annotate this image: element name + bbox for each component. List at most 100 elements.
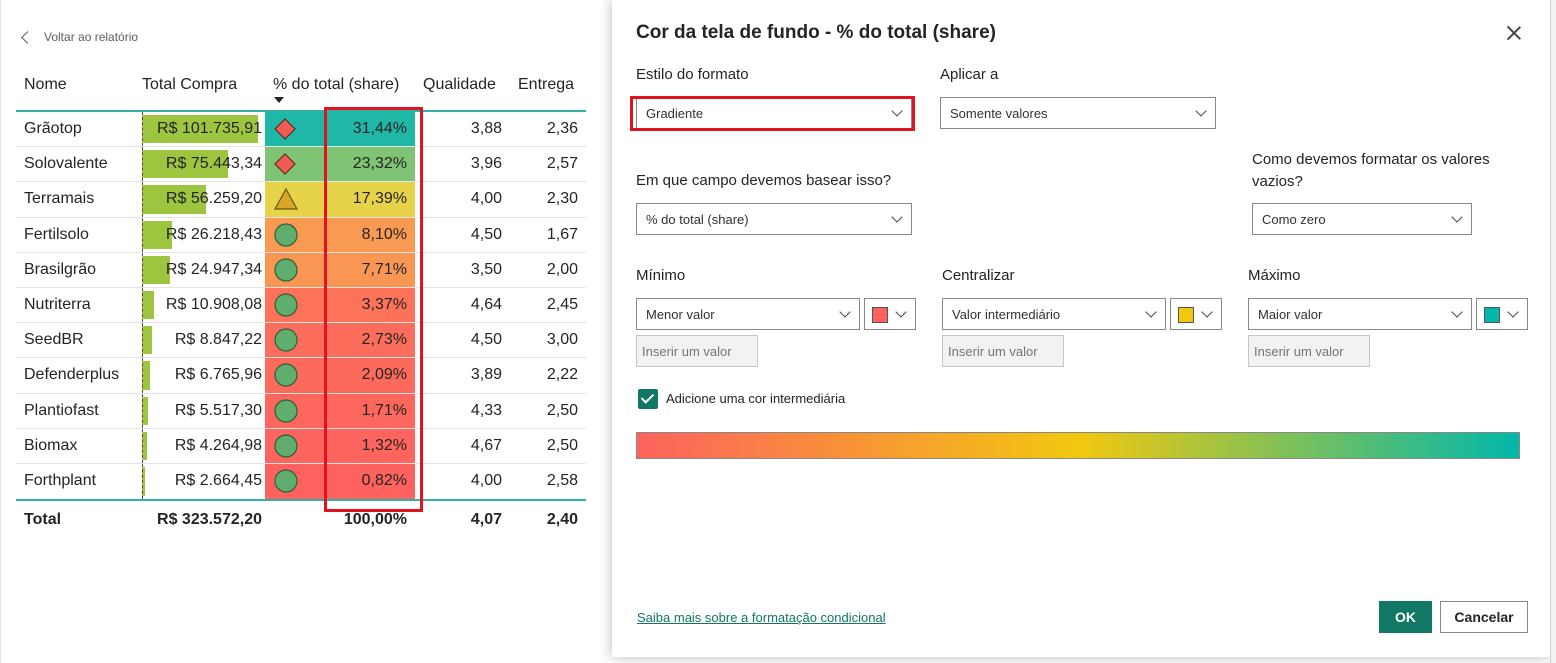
maximum-color-picker[interactable] — [1476, 298, 1528, 330]
column-header-nome[interactable]: Nome — [24, 76, 67, 94]
cancel-button[interactable]: Cancelar — [1440, 601, 1528, 633]
base-field-value: % do total (share) — [646, 211, 749, 227]
maximum-value-input[interactable] — [1248, 335, 1370, 367]
cell-entrega: 2,36 — [546, 120, 578, 138]
middle-color-label: Adicione uma cor intermediária — [666, 391, 846, 406]
cell-icon — [265, 147, 323, 182]
cell-total-compra-value: R$ 6.765,96 — [174, 366, 262, 384]
table-row[interactable]: Plantiofast R$ 5.517,30 1,71% 4,33 2,50 — [16, 393, 586, 429]
cell-nome: Forthplant — [24, 472, 97, 490]
circle-icon — [274, 469, 298, 494]
apply-to-label: Aplicar a — [940, 66, 999, 83]
chevron-down-icon — [1451, 306, 1463, 318]
table-row[interactable]: Fertilsolo R$ 26.218,43 8,10% 4,50 1,67 — [16, 217, 586, 253]
data-bar-axis — [142, 112, 143, 147]
format-style-label: Estilo do formato — [636, 66, 749, 83]
minimum-dropdown[interactable]: Menor valor — [636, 298, 860, 330]
apply-to-value: Somente valores — [950, 105, 1048, 121]
cell-entrega: 2,57 — [546, 155, 578, 173]
cell-total-compra: R$ 5.517,30 — [142, 393, 262, 428]
table-row[interactable]: Solovalente R$ 75.443,34 23,32% 3,96 2,57 — [16, 147, 586, 183]
cell-total-compra-value: R$ 10.908,08 — [165, 296, 262, 314]
center-dropdown[interactable]: Valor intermediário — [942, 298, 1166, 330]
cell-icon — [265, 358, 323, 393]
close-icon[interactable] — [1506, 25, 1522, 41]
cell-qualidade: 4,50 — [470, 225, 502, 243]
cell-qualidade: 4,00 — [470, 190, 502, 208]
cell-total-compra: R$ 2.664,45 — [142, 463, 262, 500]
center-color-swatch — [1178, 307, 1194, 323]
cell-qualidade: 3,89 — [470, 366, 502, 384]
maximum-label: Máximo — [1248, 267, 1301, 284]
column-header-total-compra[interactable]: Total Compra — [142, 76, 237, 94]
chevron-down-icon — [1451, 211, 1463, 223]
maximum-value: Maior valor — [1258, 306, 1323, 322]
table-row[interactable]: Brasilgrão R$ 24.947,34 7,71% 3,50 2,00 — [16, 252, 586, 288]
table-row[interactable]: Grãotop R$ 101.735,91 31,44% 3,88 2,36 — [16, 112, 586, 148]
cell-qualidade: 4,33 — [470, 401, 502, 419]
cell-nome: Grãotop — [24, 120, 82, 138]
column-header-qualidade[interactable]: Qualidade — [423, 76, 496, 94]
data-bar-axis — [142, 252, 143, 287]
table-row[interactable]: Nutriterra R$ 10.908,08 3,37% 4,64 2,45 — [16, 287, 586, 324]
data-bar-axis — [142, 358, 143, 393]
maximum-dropdown[interactable]: Maior valor — [1248, 298, 1472, 330]
cell-icon — [265, 428, 323, 463]
data-bar — [142, 290, 154, 320]
window-edge — [1550, 0, 1556, 663]
minimum-value: Menor valor — [646, 306, 715, 322]
empty-values-dropdown[interactable]: Como zero — [1252, 203, 1472, 235]
column-header-share[interactable]: % do total (share) — [273, 76, 399, 94]
center-color-picker[interactable] — [1170, 298, 1222, 330]
cell-total-compra-value: R$ 26.218,43 — [165, 225, 262, 243]
cell-entrega: 2,58 — [546, 472, 578, 490]
cell-qualidade: 4,00 — [470, 472, 502, 490]
cell-entrega: 2,30 — [546, 190, 578, 208]
cell-total-compra-value: R$ 2.664,45 — [174, 472, 262, 490]
cell-entrega: 2,45 — [546, 296, 578, 314]
cell-total-compra: R$ 24.947,34 — [142, 252, 262, 287]
chevron-down-icon — [1195, 105, 1207, 117]
data-bar-axis — [142, 287, 143, 323]
share-column-highlight — [324, 107, 423, 512]
center-value-input[interactable] — [942, 335, 1064, 367]
cell-entrega: 3,00 — [546, 331, 578, 349]
base-field-dropdown[interactable]: % do total (share) — [636, 203, 912, 235]
column-header-entrega[interactable]: Entrega — [518, 76, 574, 94]
table-row[interactable]: Terramais R$ 56.259,20 17,39% 4,00 2,30 — [16, 182, 586, 218]
cell-nome: Terramais — [24, 190, 95, 208]
circle-icon — [274, 363, 298, 388]
sort-descending-icon — [274, 97, 284, 103]
chevron-down-icon — [895, 306, 907, 318]
empty-values-label: Como devemos formatar os valores vazios? — [1252, 151, 1490, 190]
cell-icon — [265, 217, 323, 252]
table-row[interactable]: Biomax R$ 4.264,98 1,32% 4,67 2,50 — [16, 428, 586, 464]
cell-icon — [265, 182, 323, 217]
back-to-report-link[interactable]: Voltar ao relatório — [21, 30, 138, 44]
table-row[interactable]: Forthplant R$ 2.664,45 0,82% 4,00 2,58 — [16, 463, 586, 500]
ok-button[interactable]: OK — [1379, 601, 1432, 633]
report-canvas: Voltar ao relatório Nome Total Compra % … — [0, 0, 612, 663]
cell-nome: Plantiofast — [24, 401, 99, 419]
data-table: Nome Total Compra % do total (share) Qua… — [16, 70, 586, 539]
cell-nome: Nutriterra — [24, 296, 91, 314]
middle-color-checkbox[interactable] — [638, 389, 658, 409]
cell-qualidade: 3,50 — [470, 260, 502, 278]
circle-icon — [274, 223, 298, 247]
diamond-icon — [274, 118, 296, 140]
cell-total-compra-value: R$ 4.264,98 — [174, 436, 262, 454]
table-row[interactable]: Defenderplus R$ 6.765,96 2,09% 3,89 2,22 — [16, 358, 586, 394]
cell-nome: Fertilsolo — [24, 225, 89, 243]
learn-more-link[interactable]: Saiba mais sobre a formatação condiciona… — [637, 610, 886, 625]
minimum-color-picker[interactable] — [864, 298, 916, 330]
cell-total-compra-value: R$ 75.443,34 — [165, 155, 262, 173]
total-entrega: 2,40 — [546, 511, 578, 529]
table-row[interactable]: SeedBR R$ 8.847,22 2,73% 4,50 3,00 — [16, 323, 586, 359]
circle-icon — [274, 258, 298, 282]
minimum-value-input[interactable] — [636, 335, 758, 367]
cell-qualidade: 4,64 — [470, 296, 502, 314]
total-qualidade: 4,07 — [470, 511, 502, 529]
cell-total-compra-value: R$ 56.259,20 — [165, 190, 262, 208]
cell-icon — [265, 112, 323, 147]
apply-to-dropdown[interactable]: Somente valores — [940, 97, 1216, 129]
